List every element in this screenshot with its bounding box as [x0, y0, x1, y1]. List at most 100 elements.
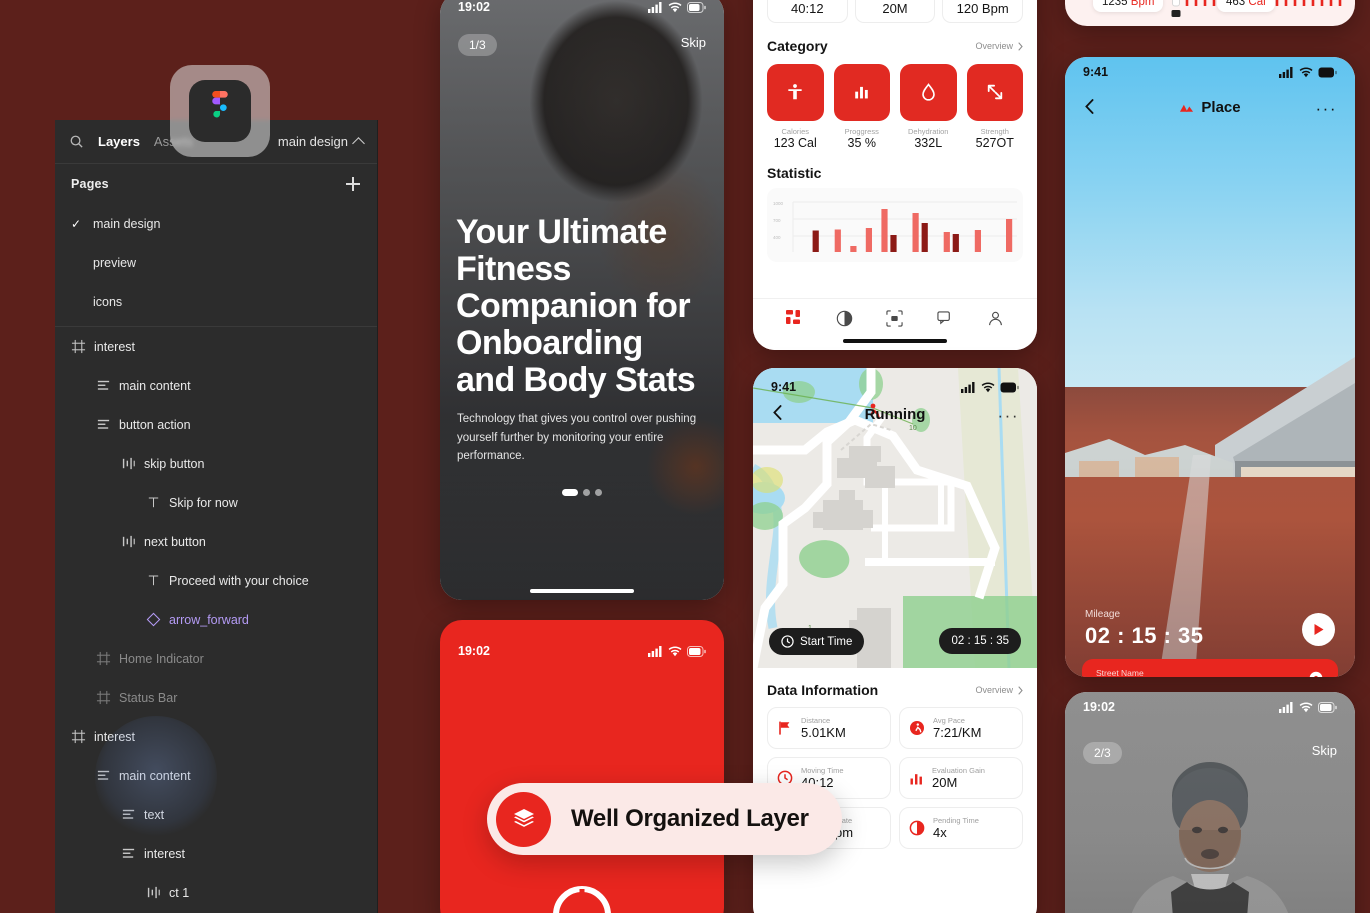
category-item[interactable]: Proggress 35 % [833, 64, 890, 150]
data-cell-key: Moving Time [801, 766, 844, 775]
run-badge-icon [909, 720, 925, 736]
category-item[interactable]: Dehydration 332L [900, 64, 957, 150]
layer-row[interactable]: arrow_forward [55, 600, 377, 639]
tab-layers[interactable]: Layers [98, 134, 140, 149]
frame-icon [71, 339, 86, 354]
cellular-icon [1279, 66, 1293, 78]
layer-row-label: main content [119, 378, 191, 393]
layer-row[interactable]: next button [55, 522, 377, 561]
mountain-icon [1180, 104, 1194, 112]
category-value: 123 Cal [773, 135, 817, 150]
data-cell-value: 7:21/KM [933, 725, 982, 740]
onboarding-pagination[interactable] [562, 489, 602, 496]
category-title: Category [767, 38, 828, 54]
play-button[interactable] [1302, 613, 1335, 646]
cal-chip: 463 Cal [1217, 0, 1275, 12]
profile-icon[interactable] [987, 310, 1004, 327]
more-options-button[interactable]: ··· [998, 406, 1019, 426]
category-grid: Calories 123 Cal Proggress 35 % Dehydration 3… [767, 64, 1023, 150]
wifi-icon [981, 382, 995, 392]
cellular-icon [1279, 701, 1293, 713]
category-item[interactable]: Calories 123 Cal [767, 64, 824, 150]
onboarding-subtitle: Technology that gives you control over p… [457, 413, 697, 463]
category-key: Proggress [844, 126, 879, 136]
onboarding-counter: 1/3 [458, 34, 497, 56]
data-cell-key: Avg Pace [933, 716, 965, 725]
heart-rate-card: 1235 Bpm 463 Cal [1065, 0, 1355, 26]
category-value: 527OT [975, 135, 1014, 150]
data-overview-link[interactable]: Overview [975, 685, 1023, 695]
page-item-preview[interactable]: preview [55, 243, 377, 282]
status-icons [1279, 66, 1337, 78]
page-selector[interactable]: main design [278, 134, 365, 150]
status-time: 19:02 [1083, 700, 1115, 714]
layer-row-label: button action [119, 417, 191, 432]
pie-chart-icon[interactable] [836, 310, 853, 327]
layer-row-label: Status Bar [119, 690, 178, 705]
statistic-header: Statistic [767, 165, 1023, 181]
svg-text:400: 400 [773, 235, 781, 240]
layer-row[interactable]: ct 1 [55, 873, 377, 912]
dot[interactable] [583, 489, 590, 496]
svg-text:10: 10 [909, 425, 917, 432]
skip-button[interactable]: Skip [1312, 743, 1337, 758]
start-time-chip[interactable]: Start Time [769, 628, 865, 655]
add-page-button[interactable] [345, 176, 361, 192]
status-time: 9:41 [771, 380, 797, 394]
text-icon [146, 495, 161, 510]
page-item-main-design[interactable]: ✓ main design [55, 204, 377, 243]
more-options-button[interactable]: ··· [1316, 99, 1337, 119]
statistic-chart: 1000 700 400 [767, 187, 1023, 262]
slider-control[interactable] [1169, 0, 1183, 22]
layer-row[interactable]: Skip for now [55, 483, 377, 522]
metric-value: 120 Bpm [956, 1, 1009, 16]
dot-active[interactable] [562, 489, 578, 496]
data-cell-key: Pending Time [933, 816, 979, 825]
place-title-label: Place [1201, 99, 1241, 116]
chat-icon[interactable] [937, 310, 954, 327]
scan-icon[interactable] [886, 310, 904, 327]
figma-logo-icon [189, 80, 251, 142]
layer-pill-label: Well Organized Layer [571, 805, 809, 832]
skip-button[interactable]: Skip [681, 35, 706, 50]
pages-header: Pages [55, 164, 377, 204]
place-title: Place [1065, 99, 1355, 116]
category-overview-link[interactable]: Overview [975, 41, 1023, 51]
layer-row[interactable]: skip button [55, 444, 377, 483]
group-icon [121, 534, 136, 549]
category-key: Calories [781, 126, 809, 136]
component-icon [146, 612, 161, 627]
chevron-right-icon [1018, 685, 1023, 695]
layer-row[interactable]: main content [55, 756, 377, 795]
wifi-icon [668, 646, 682, 656]
status-bar: 9:41 [1065, 57, 1355, 87]
layer-row[interactable]: button action [55, 405, 377, 444]
layer-row[interactable]: main content [55, 366, 377, 405]
layer-row[interactable]: interest [55, 717, 377, 756]
status-icons [648, 1, 706, 13]
battery-icon [687, 645, 706, 657]
page-item-label: icons [93, 294, 123, 309]
status-bar: 19:02 [440, 0, 724, 22]
layer-row[interactable]: Proceed with your choice [55, 561, 377, 600]
frame-icon [96, 651, 111, 666]
cellular-icon [961, 381, 975, 393]
autolayout-icon [96, 417, 111, 432]
layer-row[interactable]: Status Bar [55, 678, 377, 717]
data-cell-value: 20M [932, 775, 958, 790]
category-item[interactable]: Strength 527OT [966, 64, 1023, 150]
layer-row[interactable]: interest [55, 327, 377, 366]
search-icon[interactable] [69, 134, 84, 149]
layer-row[interactable]: text [55, 795, 377, 834]
street-name-bar[interactable]: Street Name 6391 Elgin St. Celina, Delaw… [1082, 659, 1338, 677]
page-item-label: preview [93, 255, 137, 270]
dot[interactable] [595, 489, 602, 496]
status-time: 19:02 [458, 644, 490, 658]
layer-row[interactable]: interest [55, 834, 377, 873]
page-item-icons[interactable]: icons [55, 282, 377, 321]
layer-row[interactable]: Home Indicator [55, 639, 377, 678]
grid-icon[interactable] [785, 310, 803, 327]
svg-text:1000: 1000 [773, 201, 784, 206]
data-information-header: Data Information Overview [767, 682, 1023, 698]
autolayout-icon [121, 807, 136, 822]
